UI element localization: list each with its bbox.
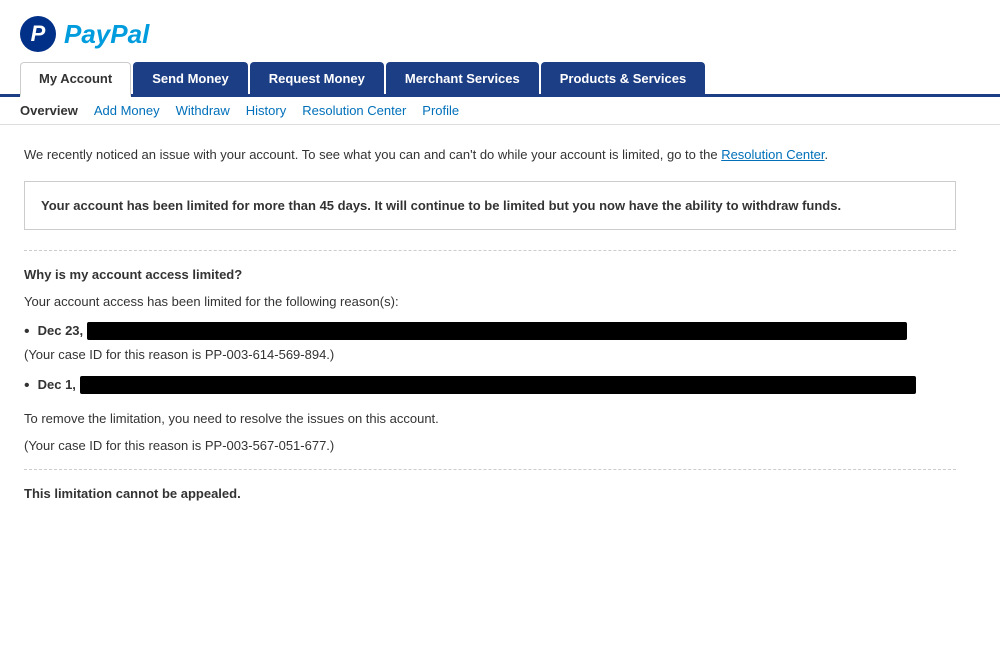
nav-merchant-services[interactable]: Merchant Services <box>386 62 539 94</box>
nav-my-account[interactable]: My Account <box>20 62 131 97</box>
logo-pay: Pay <box>64 19 110 49</box>
remove-text: To remove the limitation, you need to re… <box>24 409 956 429</box>
subnav-resolution-center[interactable]: Resolution Center <box>302 103 406 118</box>
case-id-2: (Your case ID for this reason is PP-003-… <box>24 438 956 453</box>
logo: P PayPal <box>20 16 980 52</box>
nav-request-money[interactable]: Request Money <box>250 62 384 94</box>
redacted-2 <box>80 376 916 394</box>
resolution-center-link[interactable]: Resolution Center <box>721 147 824 162</box>
divider-2 <box>24 469 956 470</box>
subnav-overview[interactable]: Overview <box>20 103 78 118</box>
bullet-content-2: Dec 1, <box>38 376 916 394</box>
secondary-nav: Overview Add Money Withdraw History Reso… <box>0 97 1000 125</box>
notice-period: . <box>825 147 829 162</box>
subnav-add-money[interactable]: Add Money <box>94 103 160 118</box>
nav-products-services[interactable]: Products & Services <box>541 62 705 94</box>
section-title: Why is my account access limited? <box>24 267 956 282</box>
reason-intro: Your account access has been limited for… <box>24 292 956 312</box>
bullet-1-label: Dec 23, <box>38 323 84 338</box>
bullet-dot-1: • <box>24 322 30 341</box>
bullet-2-label: Dec 1, <box>38 377 76 392</box>
divider-1 <box>24 250 956 251</box>
nav-send-money[interactable]: Send Money <box>133 62 248 94</box>
bullet-item-2: • Dec 1, <box>24 376 956 395</box>
bullet-content-1: Dec 23, <box>38 322 908 340</box>
paypal-logo-text: PayPal <box>64 19 149 50</box>
subnav-withdraw[interactable]: Withdraw <box>176 103 230 118</box>
subnav-profile[interactable]: Profile <box>422 103 459 118</box>
warning-box: Your account has been limited for more t… <box>24 181 956 231</box>
paypal-logo-icon: P <box>20 16 56 52</box>
bullet-dot-2: • <box>24 376 30 395</box>
subnav-history[interactable]: History <box>246 103 286 118</box>
header: P PayPal <box>0 0 1000 62</box>
bullet-item-1: • Dec 23, <box>24 322 956 341</box>
final-title: This limitation cannot be appealed. <box>24 486 956 501</box>
notice-text: We recently noticed an issue with your a… <box>24 147 718 162</box>
redacted-1 <box>87 322 907 340</box>
logo-pal: Pal <box>110 19 149 49</box>
primary-nav: My Account Send Money Request Money Merc… <box>0 62 1000 97</box>
logo-p-letter: P <box>31 21 46 47</box>
case-id-1: (Your case ID for this reason is PP-003-… <box>24 347 956 362</box>
notice-paragraph: We recently noticed an issue with your a… <box>24 145 956 165</box>
warning-text: Your account has been limited for more t… <box>41 198 841 213</box>
main-content: We recently noticed an issue with your a… <box>0 125 980 531</box>
